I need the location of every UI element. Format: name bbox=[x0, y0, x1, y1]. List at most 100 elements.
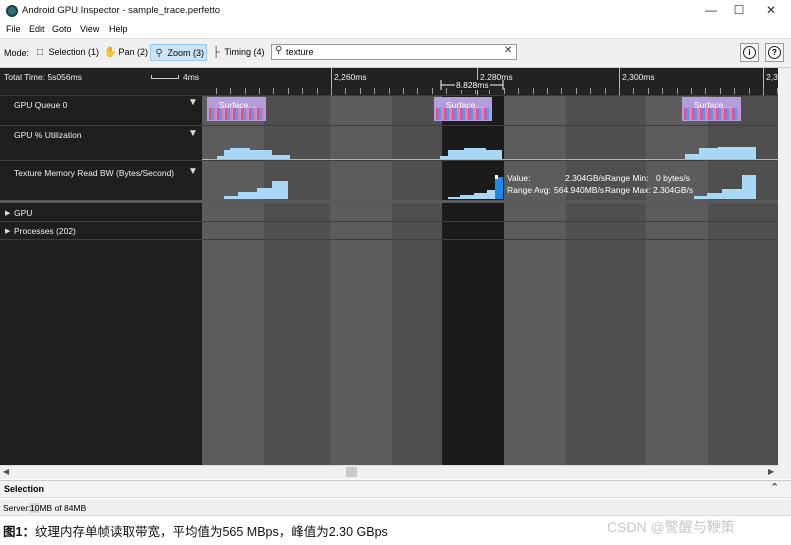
ruler-minor-tick bbox=[389, 88, 390, 94]
ruler-minor-tick bbox=[432, 88, 433, 94]
utilization-area bbox=[440, 148, 502, 159]
tooltip-range-min-label: Range Min: bbox=[605, 173, 649, 183]
status-bar bbox=[0, 499, 791, 516]
ruler-tick-label: 2,300ms bbox=[622, 72, 655, 82]
ruler-minor-tick bbox=[331, 88, 332, 94]
menu-view[interactable]: View bbox=[80, 24, 99, 34]
help-button[interactable]: ? bbox=[765, 43, 784, 62]
ruler-minor-tick bbox=[648, 88, 649, 94]
track-separator bbox=[0, 221, 778, 222]
mode-label: Mode: bbox=[4, 48, 30, 58]
pin-icon[interactable]: ▼ bbox=[188, 166, 198, 177]
ruler-minor-tick bbox=[763, 88, 764, 94]
total-time: Total Time: 5s056ms bbox=[4, 72, 82, 82]
help-icon: ? bbox=[768, 46, 781, 59]
ruler-minor-tick bbox=[230, 88, 231, 94]
app-logo-icon bbox=[6, 5, 18, 17]
track-separator bbox=[0, 95, 778, 96]
ruler-minor-tick bbox=[605, 88, 606, 94]
ruler-minor-tick bbox=[216, 88, 217, 94]
tooltip-range-avg-label: Range Avg: bbox=[507, 185, 551, 195]
tooltip-range-max: 2.304GB/s bbox=[653, 185, 694, 195]
hovered-sample[interactable] bbox=[495, 177, 503, 199]
menu-file[interactable]: File bbox=[6, 24, 21, 34]
ruler-minor-tick bbox=[302, 88, 303, 94]
selection-panel-header bbox=[0, 480, 791, 498]
bandwidth-area bbox=[224, 181, 288, 199]
timing-mode-label: Timing (4) bbox=[224, 47, 265, 57]
timing-mode-button[interactable]: ├ Timing (4) bbox=[208, 44, 267, 61]
selection-title: Selection bbox=[4, 484, 45, 494]
hover-marker bbox=[495, 175, 498, 179]
clear-icon[interactable]: ✕ bbox=[504, 45, 512, 56]
horizontal-scrollbar[interactable] bbox=[0, 465, 778, 479]
expand-arrow-icon[interactable]: ▶ bbox=[5, 227, 10, 235]
gpu-slice[interactable]: Surface... bbox=[682, 97, 741, 121]
selection-mode-label: Selection (1) bbox=[48, 47, 100, 57]
ruler-minor-tick bbox=[662, 88, 663, 94]
gpu-utilization-chart[interactable] bbox=[202, 126, 778, 160]
ruler-minor-tick bbox=[533, 88, 534, 94]
caption-text: 纹理内存单帧读取带宽，平均值为565 MBps，峰值为2.30 GBps bbox=[34, 525, 388, 539]
menu-edit[interactable]: Edit bbox=[29, 24, 45, 34]
scale-label: 4ms bbox=[183, 72, 200, 82]
ruler-minor-tick bbox=[633, 88, 634, 94]
slice-label: Surface... bbox=[694, 100, 731, 110]
maximize-icon[interactable]: ☐ bbox=[724, 0, 754, 21]
track-separator bbox=[0, 239, 778, 240]
ruler-minor-tick bbox=[417, 88, 418, 94]
scroll-right-icon[interactable]: ▶ bbox=[768, 467, 774, 476]
ruler-minor-tick bbox=[619, 88, 620, 94]
collapse-icon[interactable]: ⌃ bbox=[770, 481, 779, 494]
menu-goto[interactable]: Goto bbox=[52, 24, 72, 34]
ruler-minor-tick bbox=[691, 88, 692, 94]
info-button[interactable]: i bbox=[740, 43, 759, 62]
minimize-icon[interactable]: — bbox=[696, 0, 726, 21]
group-processes[interactable]: Processes (202) bbox=[14, 226, 76, 236]
menu-help[interactable]: Help bbox=[109, 24, 128, 34]
group-gpu[interactable]: GPU bbox=[14, 208, 32, 218]
selection-span-label: 8.828ms bbox=[455, 80, 490, 90]
watermark: CSDN @警醒与鞭策 bbox=[607, 519, 735, 535]
ruler-minor-tick bbox=[504, 88, 505, 94]
pin-icon[interactable]: ▼ bbox=[188, 128, 198, 139]
figure-caption: 图1：纹理内存单帧读取带宽，平均值为565 MBps，峰值为2.30 GBps bbox=[3, 521, 388, 540]
hover-tooltip: Value: 2.304GB/s Range Min: 0 bytes/s Ra… bbox=[507, 172, 697, 196]
close-icon[interactable]: ✕ bbox=[756, 0, 786, 21]
utilization-area bbox=[685, 147, 756, 159]
track-name-gpu-utilization: GPU % Utilization bbox=[14, 130, 82, 140]
ruler-minor-tick bbox=[345, 88, 346, 94]
selection-mode-button[interactable]: □ Selection (1) bbox=[32, 44, 101, 61]
zoom-mode-button[interactable]: ⚲ Zoom (3) bbox=[150, 44, 208, 61]
pin-icon[interactable]: ▼ bbox=[188, 97, 198, 108]
ruler-minor-tick bbox=[317, 88, 318, 94]
selection-icon: □ bbox=[36, 47, 44, 58]
expand-arrow-icon[interactable]: ▶ bbox=[5, 209, 10, 217]
gpu-slice[interactable]: Surface... bbox=[434, 97, 492, 121]
scroll-left-icon[interactable]: ◀ bbox=[3, 467, 9, 476]
tooltip-range-max-label: Range Max: bbox=[605, 185, 651, 195]
ruler-tick-label: 2,3 bbox=[766, 72, 778, 82]
vertical-scrollbar[interactable] bbox=[778, 68, 791, 479]
tooltip-range-min: 0 bytes/s bbox=[656, 173, 691, 183]
bandwidth-area bbox=[694, 175, 756, 199]
gpu-slice[interactable]: Surface... bbox=[207, 97, 266, 121]
server-memory: 10MB of 84MB bbox=[30, 503, 86, 513]
window-title: Android GPU Inspector - sample_trace.per… bbox=[22, 5, 221, 16]
ruler-tick-label: 2,260ms bbox=[334, 72, 367, 82]
ruler-minor-tick bbox=[403, 88, 404, 94]
ruler-minor-tick bbox=[245, 88, 246, 94]
pan-mode-label: Pan (2) bbox=[118, 47, 149, 57]
ruler-minor-tick bbox=[749, 88, 750, 94]
pan-mode-button[interactable]: ✋ Pan (2) bbox=[102, 44, 150, 61]
tooltip-range-avg: 564.940MB/s bbox=[554, 185, 605, 195]
bandwidth-area bbox=[448, 190, 495, 199]
ruler-minor-tick bbox=[518, 88, 519, 94]
slice-label: Surface... bbox=[446, 100, 483, 110]
server-memory-rest: MB of 84MB bbox=[39, 503, 87, 513]
zoom-mode-label: Zoom (3) bbox=[167, 48, 205, 58]
ruler-minor-tick bbox=[547, 88, 548, 94]
scrollbar-thumb[interactable] bbox=[346, 467, 357, 477]
ruler-minor-tick bbox=[374, 88, 375, 94]
ruler-minor-tick bbox=[734, 88, 735, 94]
